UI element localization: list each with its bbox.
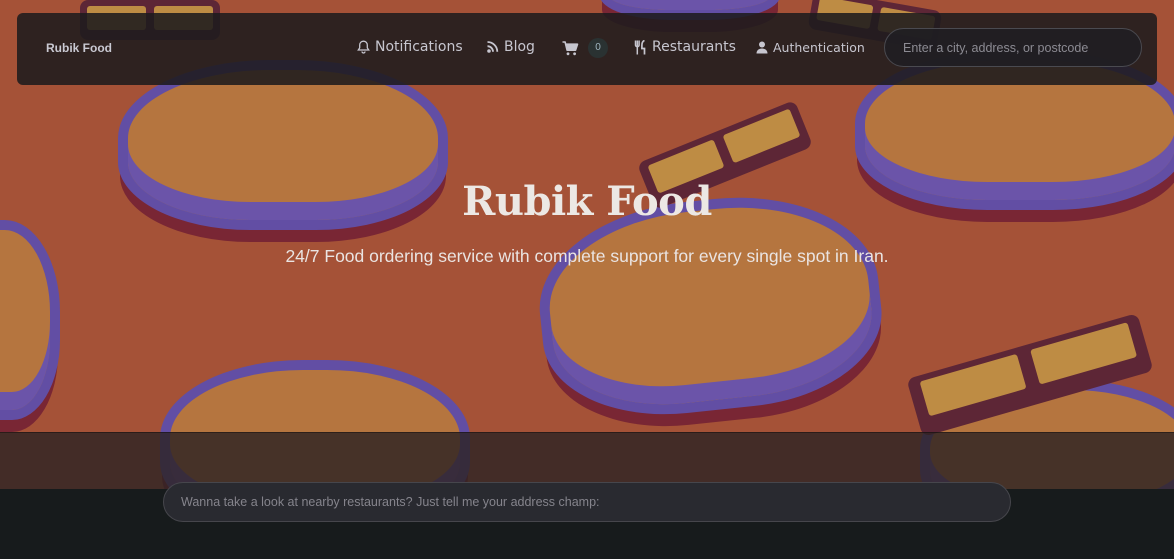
bell-icon — [357, 40, 370, 54]
hero-subtitle: 24/7 Food ordering service with complete… — [285, 246, 889, 266]
nav-authentication[interactable]: Authentication — [756, 40, 865, 55]
nav-notifications[interactable]: Notifications — [357, 39, 463, 55]
navbar: Rubik Food Notifications Blog 0 Restaura… — [17, 13, 1157, 85]
hero-title: Rubik Food — [462, 178, 712, 225]
user-icon — [756, 41, 768, 54]
shopping-cart-icon — [562, 40, 579, 56]
nav-notifications-label: Notifications — [375, 39, 463, 55]
nav-cart[interactable]: 0 — [562, 38, 608, 58]
utensils-icon — [634, 39, 647, 55]
address-input[interactable] — [163, 482, 1011, 522]
hero-bottom-band — [0, 432, 1174, 489]
nav-restaurants[interactable]: Restaurants — [634, 39, 736, 55]
brand-logo[interactable]: Rubik Food — [46, 41, 112, 55]
rss-icon — [486, 40, 499, 54]
nav-authentication-label: Authentication — [773, 40, 865, 55]
cart-count-badge: 0 — [588, 38, 608, 58]
nav-restaurants-label: Restaurants — [652, 39, 736, 55]
location-search-input[interactable] — [884, 28, 1142, 67]
nav-blog[interactable]: Blog — [486, 39, 535, 55]
nav-blog-label: Blog — [504, 39, 535, 55]
